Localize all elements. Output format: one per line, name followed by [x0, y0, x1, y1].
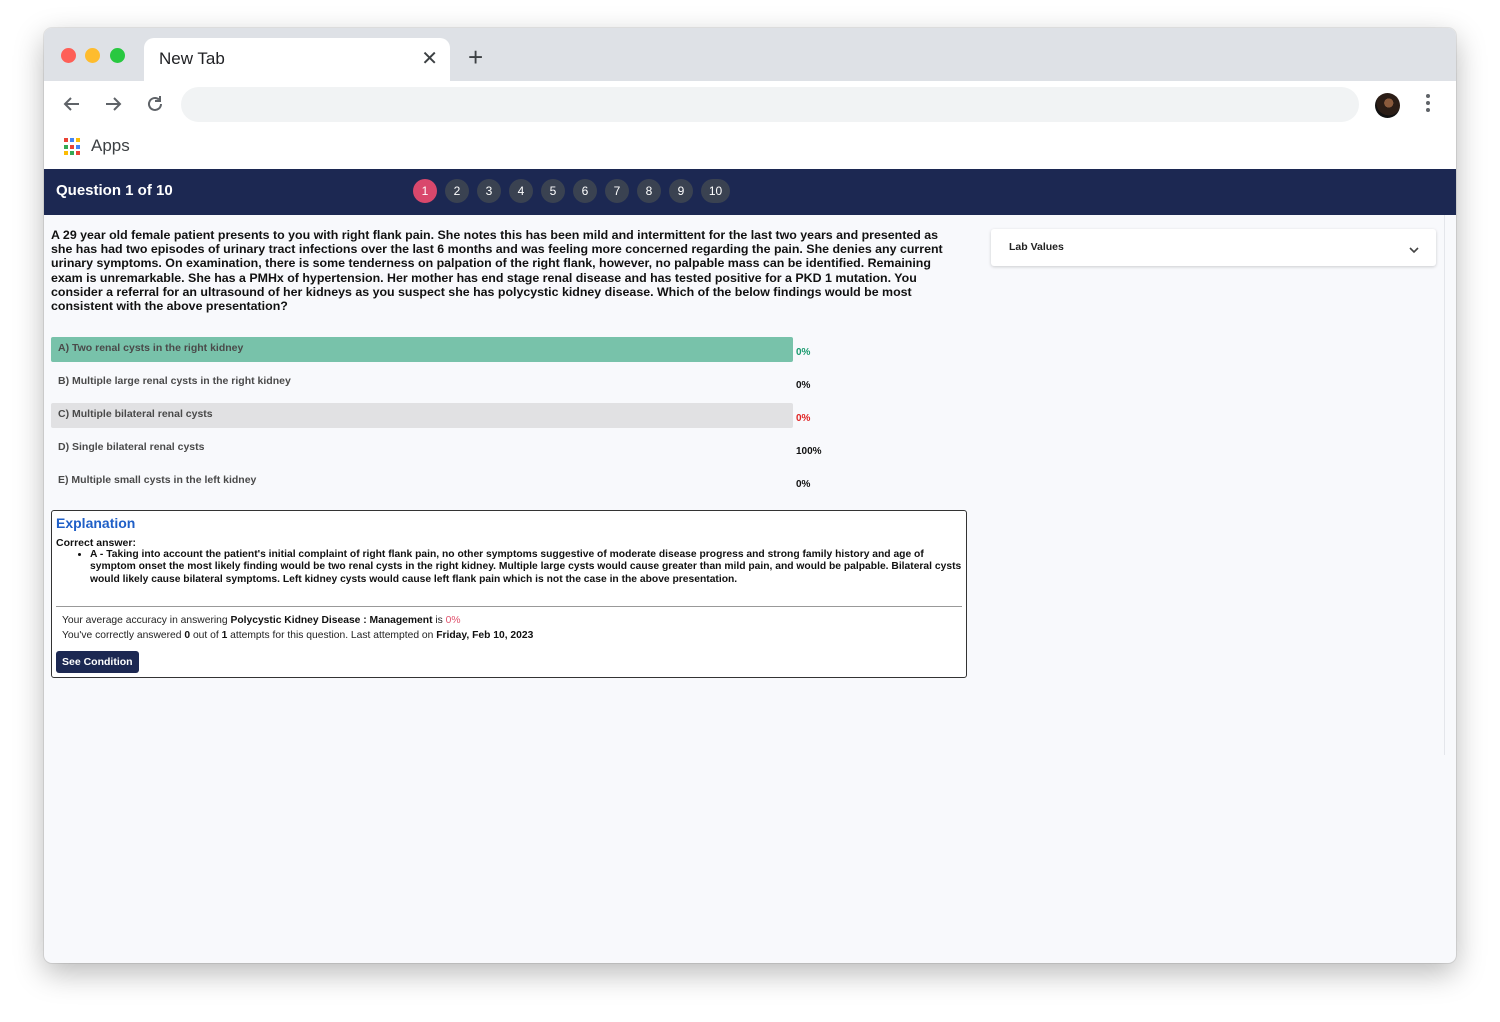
question-counter: Question 1 of 10	[56, 182, 173, 199]
question-number-5[interactable]: 5	[541, 179, 565, 203]
question-header: Question 1 of 10 1 2 3 4 5 6 7 8 9 10	[44, 169, 1456, 215]
question-number-1[interactable]: 1	[413, 179, 437, 203]
tab-title: New Tab	[159, 49, 225, 68]
answer-option-e[interactable]: E) Multiple small cysts in the left kidn…	[51, 469, 793, 494]
apps-bookmark[interactable]: Apps	[91, 136, 130, 156]
minimize-window-button[interactable]	[85, 48, 100, 63]
answer-option-d[interactable]: D) Single bilateral renal cysts	[51, 436, 793, 461]
browser-window: New Tab ✕ + Apps Question 1 of 10 123456…	[44, 28, 1456, 963]
answer-option-b[interactable]: B) Multiple large renal cysts in the rig…	[51, 370, 793, 395]
tab-strip: New Tab ✕ +	[44, 28, 1456, 81]
maximize-window-button[interactable]	[110, 48, 125, 63]
answer-option-percent: 0%	[796, 380, 811, 391]
lab-values-panel[interactable]: Lab Values	[991, 229, 1436, 266]
tab-new-tab[interactable]: New Tab ✕	[144, 38, 450, 81]
question-number-3[interactable]: 3	[477, 179, 501, 203]
answer-option-a[interactable]: A) Two renal cysts in the right kidney	[51, 337, 793, 362]
question-number-6[interactable]: 6	[573, 179, 597, 203]
answer-explanation: Taking into account the patient's initia…	[90, 549, 962, 585]
answer-option-percent: 0%	[796, 347, 811, 358]
question-text: A 29 year old female patient presents to…	[51, 228, 943, 314]
back-arrow-icon[interactable]	[57, 89, 87, 119]
close-window-button[interactable]	[61, 48, 76, 63]
profile-avatar[interactable]	[1375, 93, 1400, 118]
answer-option-percent: 0%	[796, 479, 811, 490]
apps-grid-icon[interactable]	[64, 138, 82, 156]
browser-toolbar	[44, 81, 1456, 128]
explanation-panel: Explanation Correct answer: A - Taking i…	[51, 510, 967, 678]
answered-suffix: attempts for this question. Last attempt…	[227, 630, 437, 641]
explanation-title: Explanation	[56, 515, 136, 531]
address-bar[interactable]	[181, 87, 1359, 122]
forward-arrow-icon[interactable]	[98, 89, 128, 119]
accuracy-prefix: Your average accuracy in answering	[62, 615, 231, 626]
answer-option-label: C) Multiple bilateral renal cysts	[58, 408, 213, 420]
answer-prefix: A -	[90, 549, 107, 560]
answer-option-percent: 0%	[796, 413, 811, 424]
accuracy-topic: Polycystic Kidney Disease : Management	[230, 615, 433, 626]
explanation-divider	[56, 606, 962, 607]
correct-answer-item: A - Taking into account the patient's in…	[90, 549, 970, 586]
accuracy-value: 0%	[445, 615, 461, 626]
correct-answer-list: A - Taking into account the patient's in…	[76, 549, 970, 586]
answered-prefix: You've correctly answered	[62, 630, 185, 641]
question-number-2[interactable]: 2	[445, 179, 469, 203]
more-menu-icon[interactable]	[1426, 94, 1430, 115]
question-number-9[interactable]: 9	[669, 179, 693, 203]
question-number-4[interactable]: 4	[509, 179, 533, 203]
question-number-10[interactable]: 10	[701, 179, 730, 203]
accuracy-is: is	[432, 615, 446, 626]
answer-option-label: B) Multiple large renal cysts in the rig…	[58, 375, 291, 387]
question-number-8[interactable]: 8	[637, 179, 661, 203]
answer-option-label: D) Single bilateral renal cysts	[58, 441, 205, 453]
new-tab-plus-icon[interactable]: +	[468, 44, 483, 70]
close-icon[interactable]: ✕	[421, 47, 438, 71]
attempts-line: You've correctly answered 0 out of 1 att…	[62, 630, 533, 641]
question-number-7[interactable]: 7	[605, 179, 629, 203]
question-navigation: 1 2 3 4 5 6 7 8 9 10	[413, 179, 730, 203]
chevron-down-icon[interactable]	[1408, 242, 1420, 260]
answer-option-label: E) Multiple small cysts in the left kidn…	[58, 474, 257, 486]
answered-mid: out of	[190, 630, 222, 641]
answer-option-label: A) Two renal cysts in the right kidney	[58, 342, 244, 354]
accuracy-line: Your average accuracy in answering Polyc…	[62, 615, 461, 626]
bookmarks-bar: Apps	[44, 128, 1456, 169]
content-divider	[1444, 215, 1445, 755]
last-attempted-date: Friday, Feb 10, 2023	[436, 630, 534, 641]
reload-icon[interactable]	[140, 89, 170, 119]
answer-option-c[interactable]: C) Multiple bilateral renal cysts	[51, 403, 793, 428]
lab-values-label: Lab Values	[1009, 241, 1064, 253]
correct-answer-label: Correct answer:	[56, 537, 136, 549]
answer-option-percent: 100%	[796, 446, 822, 457]
see-condition-button[interactable]: See Condition	[56, 651, 139, 673]
